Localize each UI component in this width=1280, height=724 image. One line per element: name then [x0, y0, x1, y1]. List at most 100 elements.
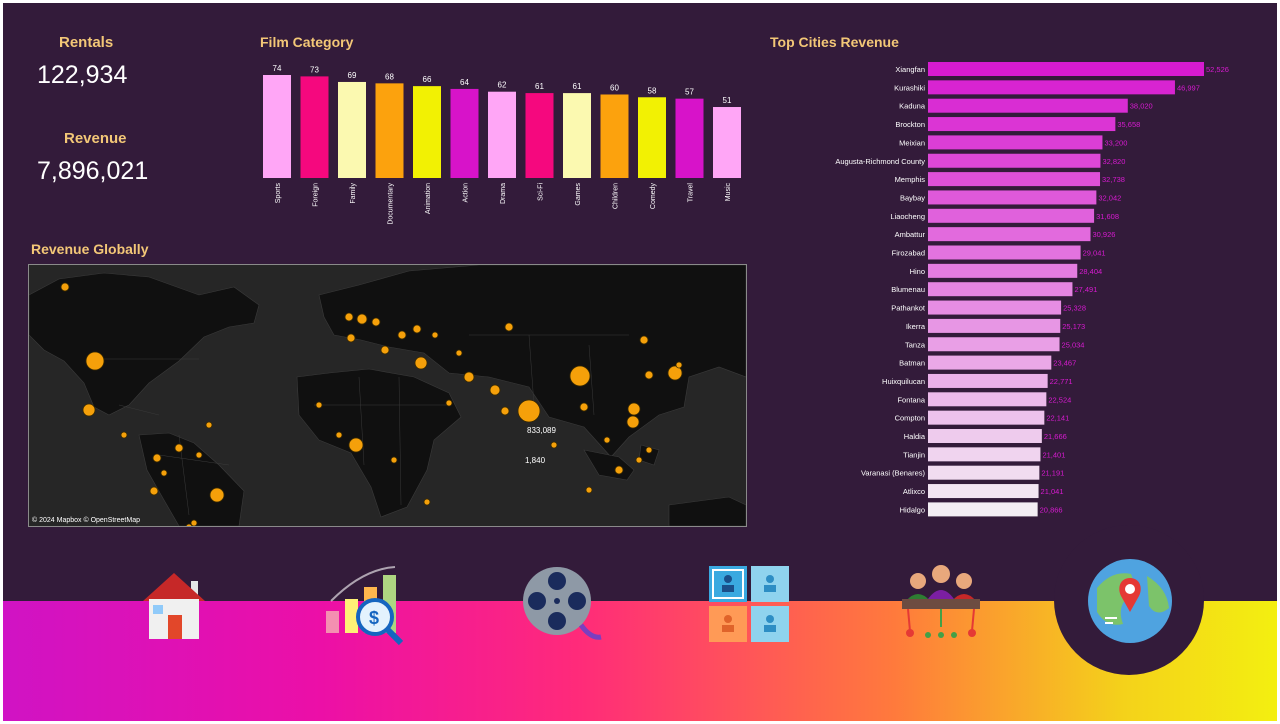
map-revenue-dot[interactable]	[414, 356, 428, 370]
city-bar[interactable]	[928, 465, 1040, 480]
city-bar[interactable]	[928, 300, 1062, 315]
category-bar[interactable]	[263, 75, 291, 178]
city-bar[interactable]	[928, 410, 1045, 425]
city-bar[interactable]	[928, 263, 1078, 278]
map-revenue-dot[interactable]	[397, 330, 407, 340]
staff-nav-button[interactable]	[896, 561, 986, 647]
map-revenue-dot[interactable]	[585, 486, 593, 494]
map-revenue-dot[interactable]	[160, 469, 168, 477]
city-bar[interactable]	[928, 373, 1048, 388]
map-revenue-dot[interactable]	[423, 498, 431, 506]
category-bar[interactable]	[600, 94, 629, 178]
map-revenue-dot[interactable]	[412, 324, 422, 334]
map-revenue-dot[interactable]	[644, 370, 654, 380]
map-revenue-dot[interactable]	[120, 431, 128, 439]
city-bar[interactable]	[928, 502, 1038, 517]
map-revenue-dot[interactable]	[579, 402, 589, 412]
map-revenue-dot[interactable]	[346, 333, 356, 343]
map-revenue-dot[interactable]	[614, 465, 624, 475]
finance-nav-button[interactable]: $	[323, 561, 413, 651]
map-revenue-dot[interactable]	[335, 431, 343, 439]
map-revenue-dot[interactable]	[627, 402, 641, 416]
map-revenue-dot[interactable]	[517, 399, 541, 423]
city-bar[interactable]	[928, 484, 1039, 499]
map-revenue-dot[interactable]	[149, 486, 159, 496]
category-bar[interactable]	[675, 98, 704, 178]
map-revenue-dot[interactable]	[152, 453, 162, 463]
city-bar[interactable]	[928, 62, 1204, 76]
map-revenue-dot[interactable]	[626, 415, 640, 429]
city-bar[interactable]	[928, 208, 1095, 223]
map-revenue-dot[interactable]	[356, 313, 368, 325]
category-bar[interactable]	[638, 97, 666, 178]
category-bar[interactable]	[300, 76, 329, 178]
city-bar[interactable]	[928, 337, 1060, 352]
map-revenue-dot[interactable]	[635, 456, 643, 464]
map-revenue-dot[interactable]	[675, 361, 683, 369]
map-revenue-dot[interactable]	[371, 317, 381, 327]
revenue-globally-title: Revenue Globally	[31, 241, 149, 257]
map-revenue-dot[interactable]	[315, 401, 323, 409]
location-nav-button[interactable]	[1087, 558, 1173, 644]
category-bar[interactable]	[375, 83, 404, 178]
city-value-label: 35,658	[1117, 120, 1140, 129]
city-axis-label: Compton	[895, 414, 925, 423]
map-revenue-dot[interactable]	[85, 351, 105, 371]
map-revenue-dot[interactable]	[603, 436, 611, 444]
city-bar[interactable]	[928, 153, 1101, 168]
map-revenue-dot[interactable]	[82, 403, 96, 417]
city-bar[interactable]	[928, 282, 1073, 297]
city-bar[interactable]	[928, 117, 1116, 132]
city-value-label: 25,328	[1063, 304, 1086, 313]
map-revenue-dot[interactable]	[190, 519, 198, 526]
city-bar[interactable]	[928, 98, 1128, 113]
customers-icon	[709, 566, 789, 642]
category-value-label: 62	[498, 81, 507, 90]
map-revenue-dot[interactable]	[463, 371, 475, 383]
category-bar[interactable]	[563, 93, 591, 178]
city-bar[interactable]	[928, 172, 1101, 187]
map-revenue-dot[interactable]	[344, 312, 354, 322]
category-bar[interactable]	[525, 93, 554, 178]
city-axis-label: Kurashiki	[894, 83, 925, 92]
map-revenue-dot[interactable]	[455, 349, 463, 357]
map-revenue-dot[interactable]	[550, 441, 558, 449]
category-bar[interactable]	[488, 91, 516, 178]
map-revenue-dot[interactable]	[174, 443, 184, 453]
films-nav-button[interactable]	[521, 565, 603, 645]
map-revenue-dot[interactable]	[645, 446, 653, 454]
map-revenue-dot[interactable]	[500, 406, 510, 416]
map-revenue-dot[interactable]	[489, 384, 501, 396]
map-revenue-dot[interactable]	[60, 282, 70, 292]
city-bar[interactable]	[928, 429, 1042, 443]
map-revenue-dot[interactable]	[504, 322, 514, 332]
city-bar[interactable]	[928, 227, 1091, 242]
city-bar[interactable]	[928, 135, 1103, 150]
map-revenue-dot[interactable]	[205, 421, 213, 429]
customers-nav-button[interactable]	[707, 564, 791, 644]
category-bar[interactable]	[713, 107, 741, 178]
city-axis-label: Xiangfan	[895, 65, 925, 74]
category-bar[interactable]	[450, 88, 479, 178]
map-revenue-dot[interactable]	[348, 437, 364, 453]
revenue-map[interactable]: 833,089 1,840 © 2024 Mapbox © OpenStreet…	[28, 264, 747, 527]
city-bar[interactable]	[928, 318, 1061, 333]
map-revenue-dot[interactable]	[431, 331, 439, 339]
map-revenue-dot[interactable]	[390, 456, 398, 464]
map-revenue-dot[interactable]	[195, 451, 203, 459]
city-bar[interactable]	[928, 80, 1175, 95]
map-revenue-dot[interactable]	[639, 335, 649, 345]
city-bar[interactable]	[928, 190, 1097, 205]
category-bar[interactable]	[413, 86, 441, 178]
city-bar[interactable]	[928, 392, 1047, 407]
city-bar[interactable]	[928, 245, 1081, 260]
map-revenue-dot[interactable]	[209, 487, 225, 503]
category-value-label: 69	[348, 71, 357, 80]
map-revenue-dot[interactable]	[445, 399, 453, 407]
city-bar[interactable]	[928, 355, 1052, 370]
category-bar[interactable]	[338, 81, 366, 178]
city-bar[interactable]	[928, 447, 1041, 462]
map-revenue-dot[interactable]	[380, 345, 390, 355]
home-nav-button[interactable]	[139, 571, 209, 641]
map-revenue-dot[interactable]	[569, 365, 591, 387]
